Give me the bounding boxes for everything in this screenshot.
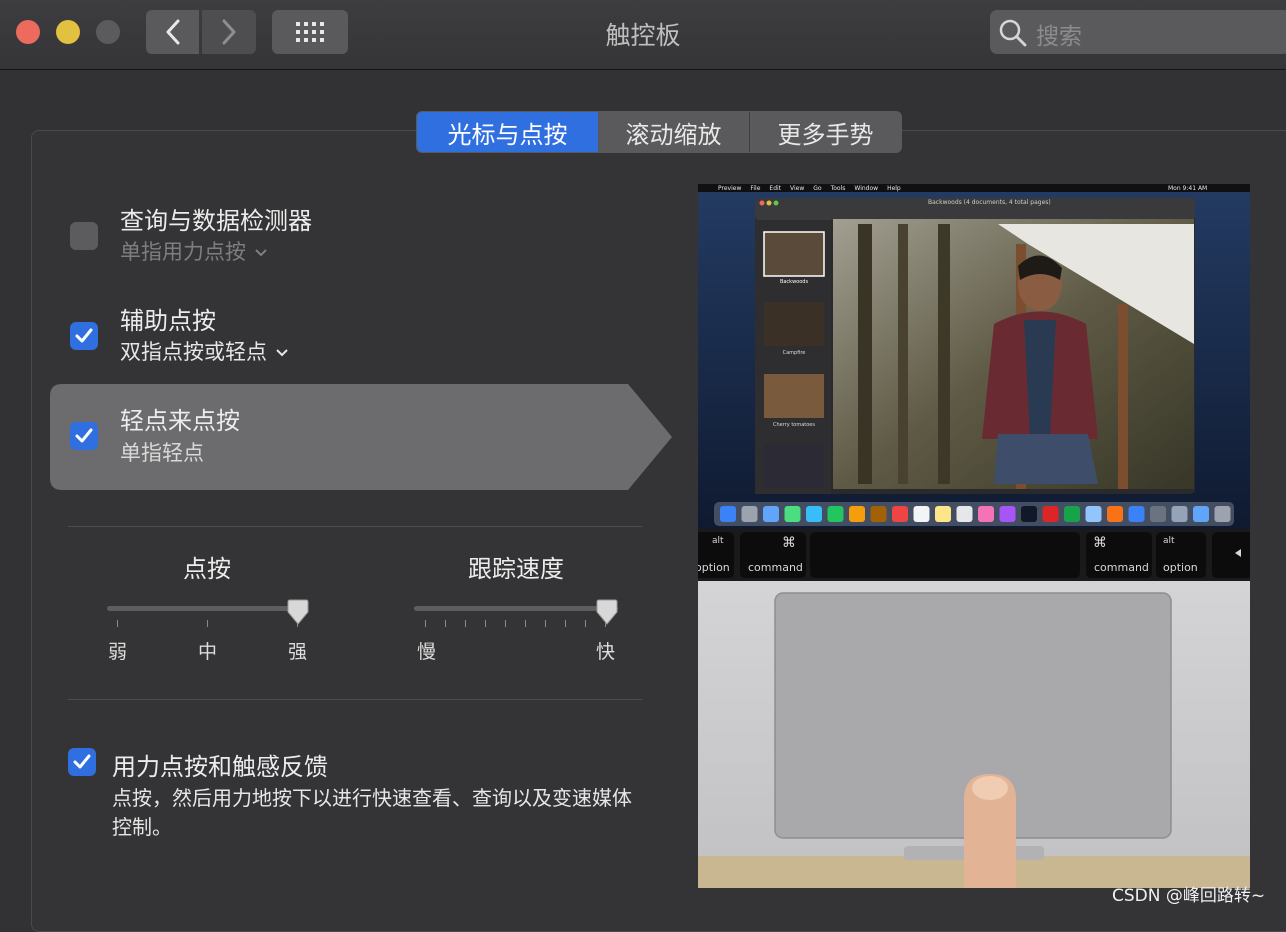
key-label: option: [698, 561, 730, 574]
key-label: ⌘: [782, 535, 796, 551]
tracking-slider-thumb[interactable]: [596, 599, 618, 625]
secondary-click-subtitle: 双指点按或轻点: [120, 340, 267, 364]
slider-tick: [465, 620, 466, 627]
lookup-title: 查询与数据检测器: [120, 207, 312, 235]
key-label: option: [1163, 561, 1198, 574]
tap-to-click-subtitle: 单指轻点: [120, 441, 204, 465]
click-slider-track[interactable]: [107, 606, 307, 611]
checkmark-icon: [75, 328, 93, 343]
tab-more-gestures[interactable]: 更多手势: [750, 112, 901, 152]
dock-app-icon: [870, 506, 887, 522]
menubar-item: Tools: [830, 185, 846, 192]
dock-app-icon: [806, 506, 822, 522]
tab-bar: 光标与点按 滚动缩放 更多手势: [416, 111, 902, 153]
dock-app-icon: [1042, 506, 1059, 522]
dock-app-icon: [784, 506, 801, 522]
dock-app-icon: [849, 506, 865, 522]
gesture-preview-video: Preview File Edit View Go Tools Window H…: [698, 184, 1250, 888]
dock-app-icon: [935, 506, 951, 522]
menubar-item: View: [790, 185, 805, 192]
dock-app-icon: [1085, 506, 1102, 522]
click-slider-title: 点按: [183, 555, 231, 583]
menubar-item: File: [750, 185, 761, 192]
secondary-click-title: 辅助点按: [120, 307, 216, 335]
dock-app-icon: [1064, 506, 1080, 522]
divider: [68, 699, 642, 700]
checkmark-icon: [73, 754, 91, 769]
preview-menubar: Preview File Edit View Go Tools Window H…: [718, 185, 901, 192]
tracking-slider-track[interactable]: [414, 606, 618, 611]
key-label: command: [748, 561, 803, 574]
thumbnail-label: Campfire: [782, 350, 806, 356]
dock-app-icon: [892, 506, 908, 522]
dock-app-icon: [1214, 506, 1231, 522]
lookup-checkbox[interactable]: [70, 222, 98, 250]
preview-clock: Mon 9:41 AM: [1168, 185, 1208, 192]
menubar-item: Preview: [718, 185, 742, 192]
slider-tick: [505, 620, 506, 627]
dock-app-icon: [741, 506, 758, 522]
key-label: command: [1094, 561, 1149, 574]
tracking-slider-title: 跟踪速度: [468, 555, 564, 583]
search-field[interactable]: 搜索: [990, 10, 1286, 54]
slider-tick: [485, 620, 486, 627]
force-click-description: 点按，然后用力地按下以进行快速查看、查询以及变速媒体控制。: [112, 786, 632, 839]
click-label-medium: 中: [198, 641, 218, 663]
tab-scroll-and-zoom[interactable]: 滚动缩放: [598, 112, 750, 152]
click-label-firm: 强: [288, 641, 308, 663]
slider-tick: [117, 620, 118, 627]
dock-app-icon: [1171, 506, 1188, 522]
chevron-down-icon: [276, 349, 288, 357]
key-label: alt: [1163, 536, 1175, 546]
slider-tick: [445, 620, 446, 627]
menubar-item: Window: [854, 185, 879, 192]
chevron-down-icon: [255, 249, 267, 257]
checkmark-icon: [75, 428, 93, 443]
dock-app-icon: [956, 506, 973, 522]
tap-to-click-title: 轻点来点按: [120, 407, 240, 435]
dock-app-icon: [720, 506, 736, 522]
dock-app-icon: [913, 506, 930, 522]
tab-point-and-click[interactable]: 光标与点按: [417, 112, 598, 152]
key-label: alt: [712, 536, 724, 546]
preview-window-title: Backwoods (4 documents, 4 total pages): [928, 199, 1051, 206]
click-slider-thumb[interactable]: [287, 599, 309, 625]
title-bar: 触控板 搜索: [0, 0, 1286, 70]
menubar-item: Help: [887, 185, 901, 192]
dock-app-icon: [1021, 506, 1037, 522]
secondary-click-checkbox[interactable]: [70, 322, 98, 350]
force-click-checkbox[interactable]: [68, 748, 96, 776]
secondary-click-menu[interactable]: 双指点按或轻点: [120, 336, 289, 366]
slider-tick: [565, 620, 566, 627]
thumbnail-label: Backwoods: [779, 279, 809, 285]
slider-tick: [545, 620, 546, 627]
tap-to-click-checkbox[interactable]: [70, 422, 98, 450]
force-click-title: 用力点按和触感反馈: [112, 753, 328, 781]
dock-app-icon: [999, 506, 1016, 522]
search-placeholder: 搜索: [1036, 24, 1082, 50]
slider-tick: [585, 620, 586, 627]
watermark: CSDN @峰回路转~: [1112, 886, 1266, 906]
dock-app-icon: [763, 506, 779, 522]
divider: [68, 526, 642, 527]
dock-app-icon: [827, 506, 844, 522]
slider-tick: [425, 620, 426, 627]
menubar-item: Go: [813, 185, 822, 192]
menubar-item: Edit: [769, 185, 782, 192]
tracking-label-slow: 慢: [417, 641, 437, 663]
dock-app-icon: [1128, 506, 1145, 522]
key-label: ⌘: [1093, 535, 1107, 551]
search-icon: [999, 19, 1027, 47]
dock-app-icon: [978, 506, 994, 522]
click-label-light: 弱: [108, 641, 128, 663]
slider-tick: [525, 620, 526, 627]
lookup-menu[interactable]: 单指用力点按: [120, 236, 268, 266]
tracking-label-fast: 快: [596, 641, 616, 663]
thumbnail-label: Cherry tomatoes: [773, 422, 815, 428]
dock-app-icon: [1150, 506, 1166, 522]
slider-tick: [207, 620, 208, 627]
lookup-subtitle: 单指用力点按: [120, 240, 246, 264]
dock-app-icon: [1193, 506, 1209, 522]
dock-app-icon: [1107, 506, 1123, 522]
